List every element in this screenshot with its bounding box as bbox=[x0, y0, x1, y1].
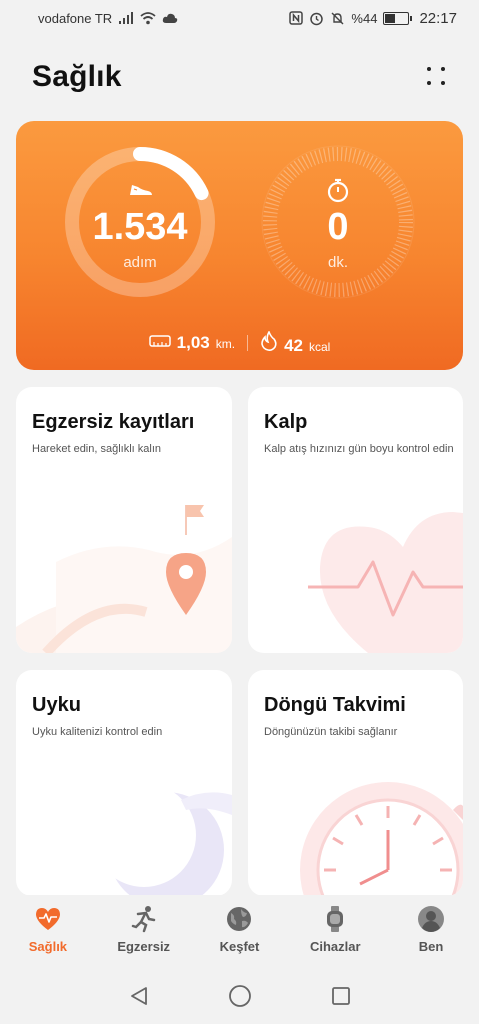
battery-icon bbox=[383, 11, 413, 25]
card-subtitle: Hareket edin, sağlıklı kalın bbox=[32, 443, 162, 455]
home-icon[interactable] bbox=[228, 984, 252, 1008]
card-cycle-calendar[interactable]: Döngü Takvimi Döngünüzün takibi sağlanır bbox=[248, 670, 463, 896]
stats-divider bbox=[247, 335, 249, 351]
card-heart[interactable]: Kalp Kalp atış hızınızı gün boyu kontrol… bbox=[248, 387, 463, 653]
activity-stats: 1,03 km. 42 kcal bbox=[0, 330, 479, 356]
recents-icon[interactable] bbox=[330, 985, 352, 1007]
heart-icon bbox=[35, 908, 60, 930]
nav-item-exercise[interactable]: Egzersiz bbox=[104, 905, 184, 954]
card-title: Döngü Takvimi bbox=[264, 694, 406, 716]
card-title: Kalp bbox=[264, 411, 308, 433]
ruler-icon bbox=[148, 335, 171, 347]
calories-stat: 42 kcal bbox=[260, 330, 331, 356]
active-minutes-value: 0 bbox=[327, 206, 349, 248]
card-subtitle: Uyku kalitenizi kontrol edin bbox=[32, 726, 163, 738]
alarm-icon bbox=[310, 12, 324, 25]
nav-item-health[interactable]: Sağlık bbox=[8, 905, 88, 954]
card-title: Uyku bbox=[32, 694, 81, 716]
card-subtitle: Kalp atış hızınızı gün boyu kontrol edin bbox=[264, 443, 454, 455]
card-exercise-records[interactable]: Egzersiz kayıtları Hareket edin, sağlıkl… bbox=[16, 387, 232, 653]
nav-label: Cihazlar bbox=[309, 939, 361, 954]
signal-icon bbox=[119, 11, 134, 24]
globe-icon bbox=[227, 907, 252, 931]
battery-percent: %44 bbox=[351, 10, 378, 26]
nav-label: Ben bbox=[418, 939, 444, 954]
status-bar: vodafone TR %44 22:17 bbox=[0, 0, 479, 36]
wifi-icon bbox=[140, 11, 156, 24]
mute-icon bbox=[331, 12, 344, 24]
app-header: Sağlık bbox=[0, 52, 479, 102]
nav-label: Keşfet bbox=[219, 939, 260, 954]
nav-item-explore[interactable]: Keşfet bbox=[199, 905, 279, 954]
bottom-navigation: Sağlık Egzersiz Keşfet Cihazlar Ben bbox=[0, 895, 479, 967]
distance-stat: 1,03 km. bbox=[148, 333, 236, 353]
steps-unit: adım bbox=[123, 254, 157, 271]
profile-icon bbox=[418, 906, 445, 932]
system-navigation-bar bbox=[0, 967, 479, 1024]
distance-value: 1,03 bbox=[176, 333, 210, 352]
flame-icon bbox=[261, 330, 277, 351]
calories-value: 42 bbox=[284, 335, 303, 355]
active-minutes-unit: dk. bbox=[327, 254, 348, 271]
watch-icon bbox=[327, 906, 344, 932]
back-icon[interactable] bbox=[128, 985, 150, 1007]
card-title: Egzersiz kayıtları bbox=[32, 411, 195, 433]
cloud-icon bbox=[163, 13, 178, 23]
nav-label: Sağlık bbox=[28, 939, 68, 954]
distance-unit: km. bbox=[215, 337, 236, 351]
nav-item-devices[interactable]: Cihazlar bbox=[295, 905, 375, 954]
stopwatch-icon bbox=[327, 178, 349, 203]
page-title: Sağlık bbox=[32, 60, 122, 93]
clock: 22:17 bbox=[419, 9, 457, 27]
carrier-name: vodafone TR bbox=[38, 10, 113, 26]
shoe-icon bbox=[130, 185, 152, 195]
card-subtitle: Döngünüzün takibi sağlanır bbox=[264, 726, 398, 738]
steps-value: 1.534 bbox=[92, 206, 188, 248]
calories-unit: kcal bbox=[309, 339, 331, 354]
running-icon bbox=[131, 906, 155, 933]
more-options-button[interactable] bbox=[425, 65, 449, 89]
card-sleep[interactable]: Uyku Uyku kalitenizi kontrol edin bbox=[16, 670, 232, 896]
nav-item-me[interactable]: Ben bbox=[391, 905, 471, 954]
nav-label: Egzersiz bbox=[117, 939, 171, 954]
nfc-icon bbox=[289, 11, 304, 25]
